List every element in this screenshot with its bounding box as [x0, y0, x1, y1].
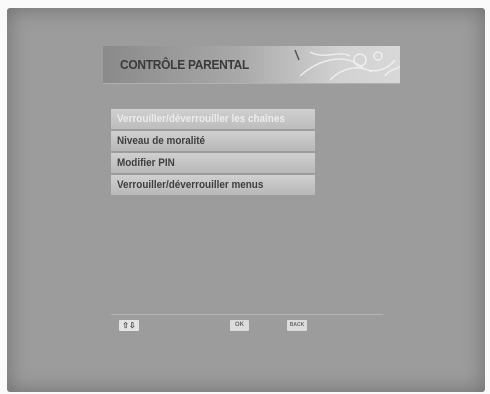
tv-screen: CONTRÔLE PARENTAL Verrouiller/déverrouil…	[7, 8, 485, 392]
ok-key-hint: OK	[230, 320, 249, 331]
page-title: CONTRÔLE PARENTAL	[120, 57, 250, 72]
menu-item-morality-level[interactable]: Niveau de moralité	[111, 131, 315, 151]
back-key-hint: BACK	[287, 320, 307, 331]
parental-control-menu: Verrouiller/déverrouiller les chaînes Ni…	[111, 109, 315, 197]
up-down-arrows-icon: ⇧⇩	[119, 320, 139, 331]
footer-divider	[111, 314, 383, 315]
menu-item-label: Modifier PIN	[117, 157, 175, 169]
menu-item-label: Niveau de moralité	[117, 135, 206, 147]
swirl-ornament-icon	[294, 49, 400, 81]
menu-header: CONTRÔLE PARENTAL	[103, 46, 400, 83]
menu-item-lock-channels[interactable]: Verrouiller/déverrouiller les chaînes	[111, 109, 315, 129]
menu-item-label: Verrouiller/déverrouiller menus	[117, 179, 264, 191]
menu-item-lock-menus[interactable]: Verrouiller/déverrouiller menus	[111, 175, 315, 195]
menu-item-label: Verrouiller/déverrouiller les chaînes	[117, 113, 285, 125]
menu-item-change-pin[interactable]: Modifier PIN	[111, 153, 315, 173]
